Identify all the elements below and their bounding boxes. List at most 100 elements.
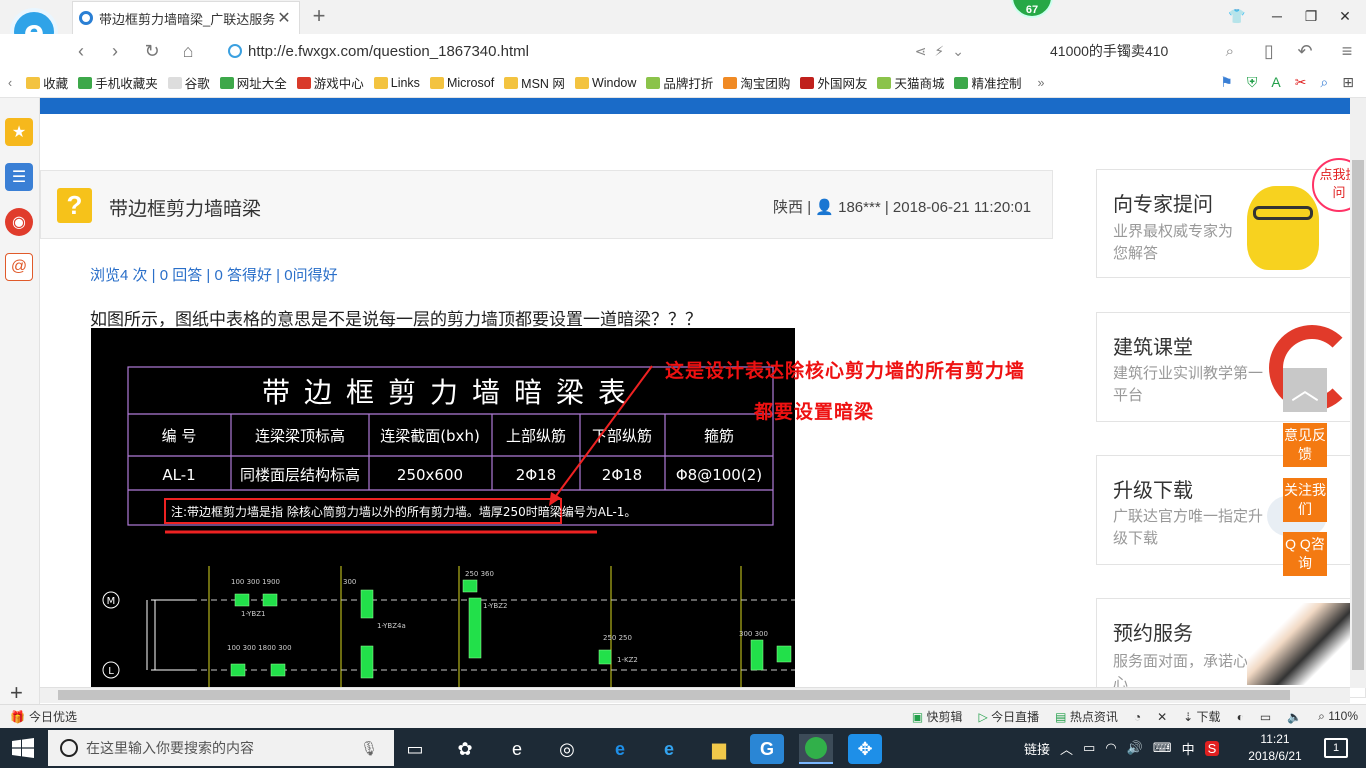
search-icon[interactable]: ⌕ xyxy=(1226,43,1234,60)
battery-icon[interactable]: ▭ xyxy=(1083,740,1095,756)
new-tab-button[interactable]: + xyxy=(306,3,332,29)
tab-close-icon[interactable]: ✕ xyxy=(275,8,293,28)
minimize-button[interactable]: ─ xyxy=(1262,4,1292,28)
svg-text:100 300 1800 300: 100 300 1800 300 xyxy=(227,644,292,652)
horizontal-scroll-thumb[interactable] xyxy=(58,690,1290,700)
apps-icon[interactable]: ⊞ xyxy=(1342,74,1354,91)
live-link[interactable]: ▷ 今日直播 xyxy=(979,708,1040,725)
tray-expand-icon[interactable]: ︿ xyxy=(1060,739,1073,758)
speed-icon[interactable]: ◔ xyxy=(1134,710,1141,724)
appointment-card[interactable]: 预约服务 服务面对面，承诺心连心 xyxy=(1096,598,1366,698)
bookmark-label: Links xyxy=(390,75,420,90)
cad-header-id: 编 号 xyxy=(162,427,197,445)
skin-icon[interactable]: 👕 xyxy=(1222,4,1252,28)
undo-icon[interactable]: ↶ xyxy=(1292,38,1318,64)
task-view-icon[interactable]: ▭ xyxy=(398,734,432,764)
zoom-value: 110% xyxy=(1328,709,1358,723)
bookmark-item[interactable]: 淘宝团购 xyxy=(723,73,790,92)
bookmark-item[interactable]: 天猫商城 xyxy=(877,73,944,92)
microphone-icon[interactable]: 🎙 xyxy=(360,740,378,757)
address-tools[interactable]: ⋖⚡⌄ xyxy=(915,43,972,60)
bookmark-item[interactable]: 谷歌 xyxy=(167,73,210,92)
news-icon[interactable]: ☰ xyxy=(5,163,33,191)
bookmark-item[interactable]: 游戏中心 xyxy=(296,73,364,92)
taskbar-clock[interactable]: 11:21 2018/6/21 xyxy=(1240,731,1310,765)
keyboard-icon[interactable]: ⌨ xyxy=(1153,740,1172,756)
home-button[interactable]: ⌂ xyxy=(175,38,201,64)
phone-icon[interactable]: ▯ xyxy=(1256,38,1282,64)
hot-news-link[interactable]: ▤ 热点资讯 xyxy=(1055,708,1118,725)
question-user[interactable]: 186*** xyxy=(838,199,881,216)
pinwheel-icon[interactable]: ✿ xyxy=(448,734,482,764)
remote-app-icon[interactable]: ✥ xyxy=(848,734,882,764)
bookmark-icon xyxy=(167,76,182,89)
forward-button[interactable]: › xyxy=(102,38,128,64)
svg-text:1-YBZ4a: 1-YBZ4a xyxy=(377,622,406,630)
translate-icon[interactable]: A xyxy=(1271,74,1280,91)
bookmark-item[interactable]: Window xyxy=(574,73,636,92)
wifi-icon[interactable]: ◠ xyxy=(1105,740,1116,756)
today-picks-link[interactable]: 今日优选 xyxy=(29,708,77,725)
zoom-icon[interactable]: ⌕ xyxy=(1320,74,1328,91)
bookmarks-collapse-icon[interactable]: ‹ xyxy=(8,76,12,90)
feedback-button[interactable]: 意见反馈 xyxy=(1283,423,1327,467)
sound-icon[interactable]: 🔈 xyxy=(1287,710,1302,724)
sogou-ime-icon[interactable]: S xyxy=(1204,740,1220,756)
bookmark-item[interactable]: 精准控制 xyxy=(954,73,1021,92)
scissors-icon[interactable]: ✂ xyxy=(1295,74,1307,91)
edge-icon[interactable]: e xyxy=(603,734,637,764)
extension-icon[interactable]: ⚑ xyxy=(1220,74,1233,91)
edge-legacy-icon[interactable]: e xyxy=(500,734,534,764)
address-bar[interactable]: http://e.fwxgx.com/question_1867340.html… xyxy=(212,38,972,64)
bookmark-item[interactable]: MSN 网 xyxy=(504,73,565,92)
volume-icon[interactable]: 🔊 xyxy=(1127,740,1143,756)
bookmark-item[interactable]: Links xyxy=(373,73,420,92)
back-to-top-button[interactable]: ︿ xyxy=(1283,368,1327,412)
reload-button[interactable]: ↻ xyxy=(139,38,165,64)
favorites-star-icon[interactable]: ★ xyxy=(5,118,33,146)
bookmark-item[interactable]: 品牌打折 xyxy=(646,73,713,92)
bookmarks-more-icon[interactable]: » xyxy=(1037,76,1044,90)
windows-start-icon[interactable] xyxy=(12,738,34,758)
bookmark-item[interactable]: 收藏 xyxy=(26,73,68,92)
spiral-app-icon[interactable]: ◎ xyxy=(550,734,584,764)
search-query[interactable]: 41000的手镯卖410 xyxy=(1050,41,1168,61)
bookmark-item[interactable]: 手机收藏夹 xyxy=(78,73,158,92)
add-sidebar-icon[interactable]: + xyxy=(10,680,23,706)
close-window-button[interactable]: ✕ xyxy=(1330,4,1360,28)
clean-icon[interactable]: ◐ xyxy=(1237,710,1244,724)
tab-title: 带边框剪力墙暗梁_广联达服务新 xyxy=(99,11,275,27)
file-explorer-icon[interactable]: ▆ xyxy=(702,734,736,764)
vertical-scroll-thumb[interactable] xyxy=(1352,160,1364,670)
cortana-icon[interactable] xyxy=(60,739,78,757)
cad-header-section: 连梁截面(bxh) xyxy=(380,427,480,445)
question-stats[interactable]: 浏览4 次 | 0 回答 | 0 答得好 | 0问得好 xyxy=(90,264,338,285)
search-input[interactable]: 41000的手镯卖410 ⌕ xyxy=(1040,38,1240,64)
active-tab[interactable]: 带边框剪力墙暗梁_广联达服务新 ✕ xyxy=(72,1,300,34)
pin-icon[interactable]: ✕ xyxy=(1157,710,1167,724)
browser-taskbar-icon[interactable] xyxy=(799,734,833,764)
bookmark-item[interactable]: Microsof xyxy=(429,73,494,92)
email-icon[interactable]: @ xyxy=(5,253,33,281)
menu-icon[interactable]: ≡ xyxy=(1334,38,1360,64)
bookmark-item[interactable]: 网址大全 xyxy=(219,73,287,92)
maximize-button[interactable]: ❐ xyxy=(1296,4,1326,28)
action-center-icon[interactable]: 1 xyxy=(1324,738,1348,758)
download-link[interactable]: ⇣ 下载 xyxy=(1183,708,1220,725)
bookmark-item[interactable]: 外国网友 xyxy=(800,73,867,92)
taskbar-search-input[interactable]: 在这里输入你要搜索的内容 🎙 xyxy=(48,730,394,766)
weibo-icon[interactable]: ◉ xyxy=(5,208,33,236)
qq-consult-button[interactable]: Q Q咨询 xyxy=(1283,532,1327,576)
follow-us-button[interactable]: 关注我们 xyxy=(1283,478,1327,522)
links-toolbar[interactable]: 链接 xyxy=(1024,739,1050,758)
ask-expert-card[interactable]: 向专家提问 业界最权威专家为您解答 点我提问 xyxy=(1096,158,1366,278)
back-button[interactable]: ‹ xyxy=(68,38,94,64)
ie-icon[interactable]: e xyxy=(652,734,686,764)
url-text[interactable]: http://e.fwxgx.com/question_1867340.html xyxy=(248,43,529,60)
zoom-level[interactable]: ⌕ 110% xyxy=(1318,709,1358,724)
ime-indicator[interactable]: 中 xyxy=(1182,739,1195,758)
glodon-app-icon[interactable]: G xyxy=(750,734,784,764)
window-icon[interactable]: ▭ xyxy=(1260,710,1271,724)
shield-icon[interactable]: ⛨ xyxy=(1247,74,1258,91)
quick-edit-link[interactable]: ▣ 快剪辑 xyxy=(912,708,963,725)
